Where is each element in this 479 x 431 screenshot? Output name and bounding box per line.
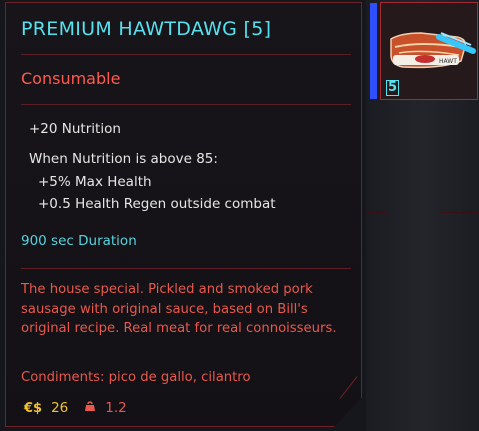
weight-icon bbox=[84, 400, 96, 416]
divider bbox=[21, 54, 351, 55]
item-duration: 900 sec Duration bbox=[21, 233, 137, 249]
stat-line: +20 Nutrition bbox=[29, 121, 121, 137]
background-line bbox=[366, 212, 388, 213]
stat-line: +0.5 Health Regen outside combat bbox=[38, 196, 276, 212]
slot-quantity: 5 bbox=[386, 80, 399, 96]
stat-line: When Nutrition is above 85: bbox=[29, 151, 218, 167]
eurodollar-icon: €$ bbox=[24, 400, 43, 416]
item-weight: 1.2 bbox=[105, 400, 127, 416]
game-screen: { "item": { "name": "PREMIUM HAWTDAWG [5… bbox=[0, 0, 479, 431]
svg-text:HAWT: HAWT bbox=[439, 58, 457, 65]
item-description: The house special. Pickled and smoked po… bbox=[21, 282, 337, 336]
item-tooltip bbox=[5, 2, 362, 427]
item-name: PREMIUM HAWTDAWG [5] bbox=[21, 18, 272, 40]
stat-line: +5% Max Health bbox=[38, 174, 152, 190]
item-footer: €$ 26 1.2 bbox=[24, 398, 127, 418]
slot-equipped-indicator bbox=[370, 3, 377, 99]
divider bbox=[21, 104, 351, 105]
item-condiments: Condiments: pico de gallo, cilantro bbox=[21, 370, 251, 385]
divider bbox=[21, 268, 351, 269]
item-price: 26 bbox=[51, 400, 69, 416]
background-line bbox=[440, 212, 479, 213]
item-category: Consumable bbox=[21, 69, 121, 88]
